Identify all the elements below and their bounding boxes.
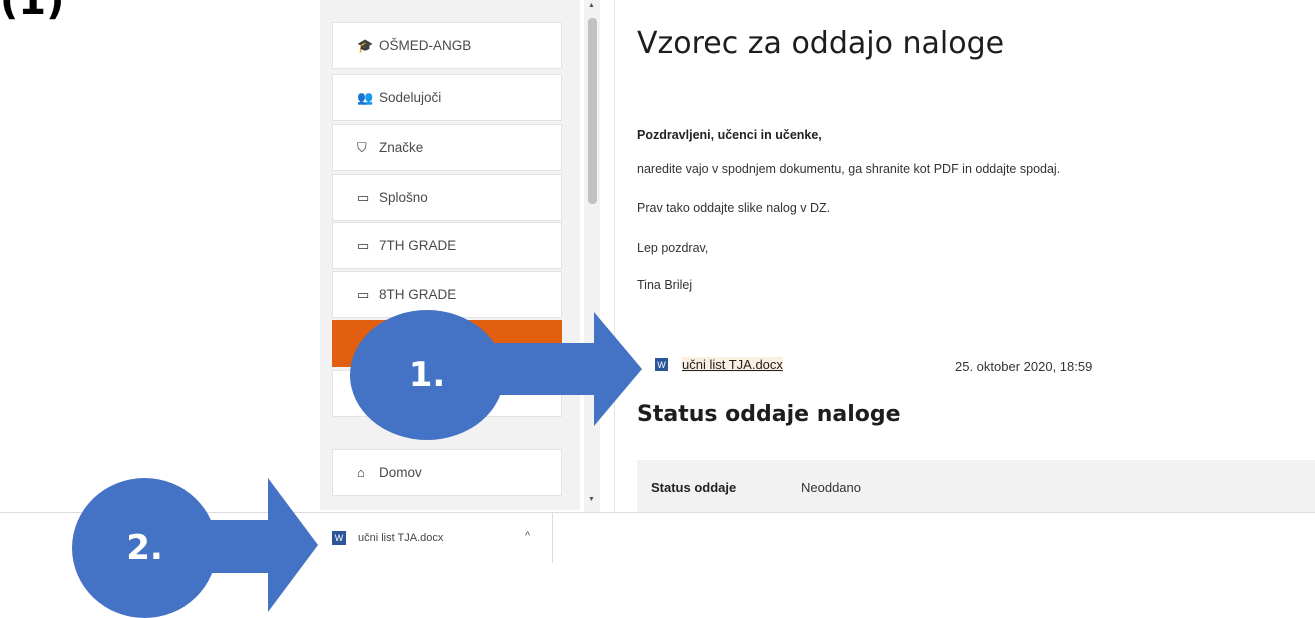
scroll-down-icon[interactable]: ▼ <box>588 496 595 503</box>
section-title: Status oddaje naloge <box>637 402 901 427</box>
chevron-up-icon[interactable]: ^ <box>525 530 530 542</box>
download-item[interactable]: W učni list TJA.docx ^ <box>320 513 553 563</box>
sidebar-item-label: Značke <box>379 140 424 155</box>
assignment-content: Vzorec za oddajo naloge Pozdravljeni, uč… <box>637 0 1315 512</box>
download-file-name[interactable]: učni list TJA.docx <box>358 532 443 544</box>
callout-arrowhead-2 <box>268 478 318 612</box>
callout-1: 1. <box>350 310 504 440</box>
sidebar-item-splosno[interactable]: ▭ Splošno <box>332 174 562 221</box>
sidebar-item-sodelujoci[interactable]: 👥 Sodelujoči <box>332 74 562 121</box>
home-icon: ⌂ <box>357 465 365 480</box>
sidebar-item-label: 7TH GRADE <box>379 238 457 253</box>
corner-mark: (1) <box>0 0 65 24</box>
page-title: Vzorec za oddajo naloge <box>637 26 1005 61</box>
sidebar-item-label: Domov <box>379 465 422 480</box>
status-table: Status oddaje Neoddano <box>637 460 1315 512</box>
attachment-link[interactable]: učni list TJA.docx <box>682 357 783 372</box>
users-icon: 👥 <box>357 89 374 105</box>
greeting-text: Pozdravljeni, učenci in učenke, <box>637 128 822 142</box>
sidebar-item-label: OŠMED-ANGB <box>379 38 472 53</box>
sidebar-item-8th-grade[interactable]: ▭ 8TH GRADE <box>332 271 562 318</box>
graduation-cap-icon: 🎓 <box>357 37 374 53</box>
folder-icon: ▭ <box>357 189 370 205</box>
callout-arrowhead-1 <box>594 312 642 426</box>
sidebar-scrollbar[interactable]: ▲ ▼ <box>584 0 600 512</box>
scroll-thumb[interactable] <box>588 18 597 204</box>
sidebar-item-label: Splošno <box>379 190 428 205</box>
instruction-text: Prav tako oddajte slike nalog v DZ. <box>637 201 831 215</box>
sidebar-item-osmed-angb[interactable]: 🎓 OŠMED-ANGB <box>332 22 562 69</box>
shield-icon: ⛉ <box>357 139 367 155</box>
folder-icon: ▭ <box>357 286 370 302</box>
word-file-icon: W <box>332 531 346 545</box>
folder-icon: ▭ <box>357 237 370 253</box>
status-label: Status oddaje <box>651 480 737 495</box>
word-file-icon: W <box>655 358 668 371</box>
attachment-row: W učni list TJA.docx <box>655 357 783 372</box>
status-value: Neoddano <box>801 480 861 495</box>
sidebar-item-label: 8TH GRADE <box>379 287 457 302</box>
sidebar-item-label: Sodelujoči <box>379 90 442 105</box>
divider <box>614 0 615 512</box>
callout-2: 2. <box>72 478 217 618</box>
sidebar-item-7th-grade[interactable]: ▭ 7TH GRADE <box>332 222 562 269</box>
attachment-date: 25. oktober 2020, 18:59 <box>955 359 1093 374</box>
scroll-up-icon[interactable]: ▲ <box>588 2 595 9</box>
instruction-text: naredite vajo v spodnjem dokumentu, ga s… <box>637 162 1061 176</box>
closing-text: Lep pozdrav, <box>637 241 709 255</box>
sidebar-item-znacke[interactable]: ⛉ Značke <box>332 124 562 171</box>
signature-text: Tina Brilej <box>637 278 693 292</box>
sidebar-item-domov[interactable]: ⌂ Domov <box>332 449 562 496</box>
